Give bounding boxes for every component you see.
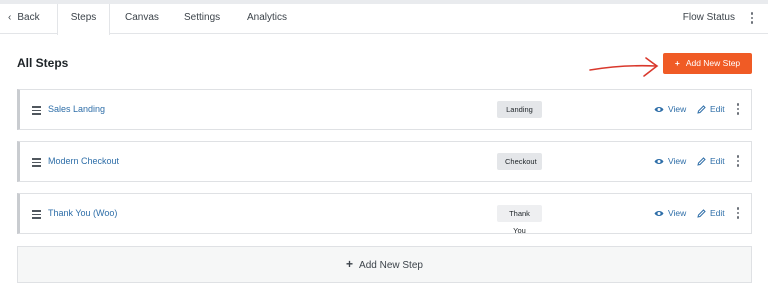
vertical-dots-icon[interactable] — [736, 207, 740, 221]
drag-handle-icon[interactable] — [32, 158, 41, 169]
step-name[interactable]: Modern Checkout — [48, 142, 119, 181]
step-type-badge: Thank You — [497, 205, 542, 235]
eye-icon — [654, 211, 664, 217]
step-type-badge: Checkout — [497, 153, 542, 170]
vertical-dots-icon[interactable] — [750, 12, 754, 26]
chevron-left-icon: ‹ — [8, 12, 12, 23]
add-new-step-label: Add New Step — [685, 58, 741, 68]
tab-bar: ‹ Back Steps Canvas Settings Analytics Fl… — [0, 4, 768, 35]
view-link[interactable]: View — [654, 142, 686, 181]
view-link[interactable]: View — [654, 90, 686, 129]
vertical-dots-icon[interactable] — [736, 155, 740, 169]
view-label: View — [668, 208, 687, 218]
view-label: View — [668, 104, 687, 114]
back-label: Back — [17, 12, 40, 23]
eye-icon — [654, 107, 664, 113]
tab-steps[interactable]: Steps — [57, 4, 110, 35]
step-name[interactable]: Sales Landing — [48, 90, 105, 129]
annotation-arrow — [589, 57, 659, 77]
edit-link[interactable]: Edit — [697, 142, 725, 181]
edit-label: Edit — [710, 156, 725, 166]
drag-handle-icon[interactable] — [32, 210, 41, 221]
tab-canvas[interactable]: Canvas — [125, 4, 159, 34]
step-row: Modern Checkout Checkout View Edit — [17, 141, 752, 182]
view-link[interactable]: View — [654, 194, 686, 233]
add-new-step-bottom-label: Add New Step — [359, 260, 423, 271]
step-name[interactable]: Thank You (Woo) — [48, 194, 117, 233]
add-new-step-bottom-button[interactable]: + Add New Step — [17, 246, 752, 283]
step-row: Thank You (Woo) Thank You View Edit — [17, 193, 752, 235]
flow-status-label: Flow Status — [682, 12, 735, 23]
vertical-dots-icon[interactable] — [736, 103, 740, 117]
pencil-icon — [697, 105, 706, 114]
step-row: Sales Landing Landing View Edit — [17, 89, 752, 130]
plus-icon: + — [346, 257, 354, 271]
back-link[interactable]: ‹ Back — [8, 4, 40, 34]
plus-icon: + — [674, 58, 680, 68]
pencil-icon — [697, 157, 706, 166]
tab-settings[interactable]: Settings — [184, 4, 220, 34]
step-type-badge: Landing — [497, 101, 542, 118]
view-label: View — [668, 156, 687, 166]
edit-link[interactable]: Edit — [697, 90, 725, 129]
eye-icon — [654, 159, 664, 165]
pencil-icon — [697, 209, 706, 218]
page-title: All Steps — [17, 56, 69, 70]
add-new-step-button[interactable]: + Add New Step — [663, 53, 752, 74]
drag-handle-icon[interactable] — [32, 106, 41, 117]
edit-label: Edit — [710, 208, 725, 218]
edit-link[interactable]: Edit — [697, 194, 725, 233]
edit-label: Edit — [710, 104, 725, 114]
tab-analytics[interactable]: Analytics — [247, 4, 287, 34]
